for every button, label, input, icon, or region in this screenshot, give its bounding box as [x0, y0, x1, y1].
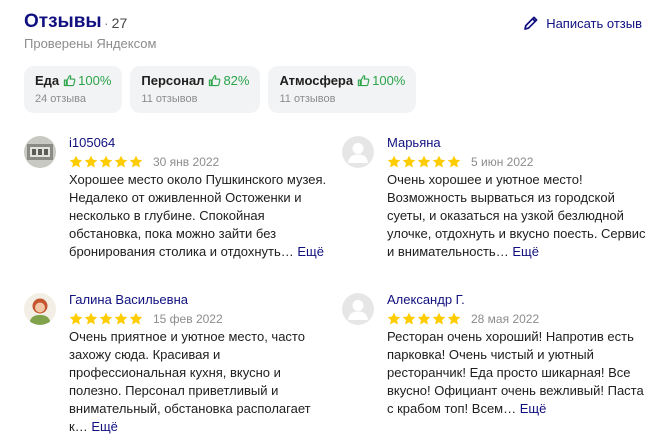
review-date: 15 фев 2022 — [153, 312, 223, 326]
thumbs-up-icon — [63, 75, 76, 87]
reviews-count: · 27 — [104, 15, 128, 31]
star-icon — [432, 155, 446, 168]
review-body: Хорошее место около Пушкинского музея. Н… — [69, 172, 327, 259]
reviews-header: Отзывы · 27 Проверены Яндексом Написать о… — [24, 10, 642, 58]
chip-percent: 100% — [78, 73, 112, 88]
review-text: Очень приятное и уютное место, часто зах… — [69, 328, 329, 436]
portrait-avatar-icon — [24, 293, 56, 325]
chip-review-count: 11 отзывов — [279, 93, 336, 105]
star-icon — [99, 312, 113, 325]
star-icon — [387, 312, 401, 325]
chip-name: Атмосфера — [279, 73, 354, 88]
chip-review-count: 24 отзыва — [35, 93, 86, 105]
read-more-link[interactable]: Ещё — [520, 401, 547, 416]
star-icon — [114, 312, 128, 325]
reviews-title: Отзывы — [24, 11, 102, 32]
verified-label: Проверены Яндексом — [24, 36, 157, 51]
review-author[interactable]: Марьяна — [387, 135, 441, 150]
star-icon — [432, 312, 446, 325]
default-avatar-icon — [342, 136, 374, 168]
review-author[interactable]: Галина Васильевна — [69, 292, 188, 307]
user-avatar[interactable] — [342, 293, 374, 325]
rating-stars — [387, 312, 461, 326]
user-avatar[interactable] — [24, 293, 56, 325]
review-text: Хорошее место около Пушкинского музея. Н… — [69, 171, 329, 261]
review-date: 5 июн 2022 — [471, 155, 534, 169]
reviews-count-value: 27 — [111, 15, 128, 31]
star-icon — [417, 312, 431, 325]
review-date: 28 мая 2022 — [471, 312, 540, 326]
default-avatar-icon — [342, 293, 374, 325]
review-body: Ресторан очень хороший! Напротив есть па… — [387, 329, 644, 416]
write-review-label: Написать отзыв — [546, 15, 642, 31]
chip-atmosphere[interactable]: Атмосфера 100% 11 отзывов — [268, 66, 417, 113]
chip-name: Персонал — [141, 73, 205, 88]
write-review-button[interactable]: Написать отзыв — [522, 14, 642, 32]
star-icon — [447, 312, 461, 325]
aspect-chips: Еда 100% 24 отзыва Персонал 82% 11 отзыв… — [24, 66, 417, 113]
chip-percent: 100% — [372, 73, 406, 88]
star-icon — [402, 155, 416, 168]
chip-percent: 82% — [223, 73, 250, 88]
review-author[interactable]: Александр Г. — [387, 292, 465, 307]
star-icon — [69, 312, 83, 325]
star-icon — [129, 155, 143, 168]
star-icon — [99, 155, 113, 168]
user-avatar[interactable] — [342, 136, 374, 168]
star-icon — [387, 155, 401, 168]
star-icon — [447, 155, 461, 168]
thumbs-up-icon — [357, 75, 370, 87]
chip-staff[interactable]: Персонал 82% 11 отзывов — [130, 66, 261, 113]
photo-avatar-icon — [24, 136, 56, 168]
review-author[interactable]: i105064 — [69, 135, 115, 150]
star-icon — [402, 312, 416, 325]
star-icon — [417, 155, 431, 168]
user-avatar[interactable] — [24, 136, 56, 168]
chip-food[interactable]: Еда 100% 24 отзыва — [24, 66, 123, 113]
review-text: Ресторан очень хороший! Напротив есть па… — [387, 328, 647, 418]
pencil-icon — [524, 16, 538, 30]
rating-stars — [69, 312, 143, 326]
star-icon — [114, 155, 128, 168]
chip-name: Еда — [35, 73, 60, 88]
star-icon — [84, 155, 98, 168]
read-more-link[interactable]: Ещё — [297, 244, 324, 259]
rating-stars — [387, 155, 461, 169]
read-more-link[interactable]: Ещё — [512, 244, 539, 259]
star-icon — [129, 312, 143, 325]
review-date: 30 янв 2022 — [153, 155, 220, 169]
thumbs-up-icon — [209, 75, 221, 87]
review-text: Очень хорошее и уютное место! Возможност… — [387, 171, 647, 261]
rating-stars — [69, 155, 143, 169]
star-icon — [84, 312, 98, 325]
star-icon — [69, 155, 83, 168]
chip-review-count: 11 отзывов — [141, 93, 198, 105]
read-more-link[interactable]: Ещё — [91, 419, 118, 434]
